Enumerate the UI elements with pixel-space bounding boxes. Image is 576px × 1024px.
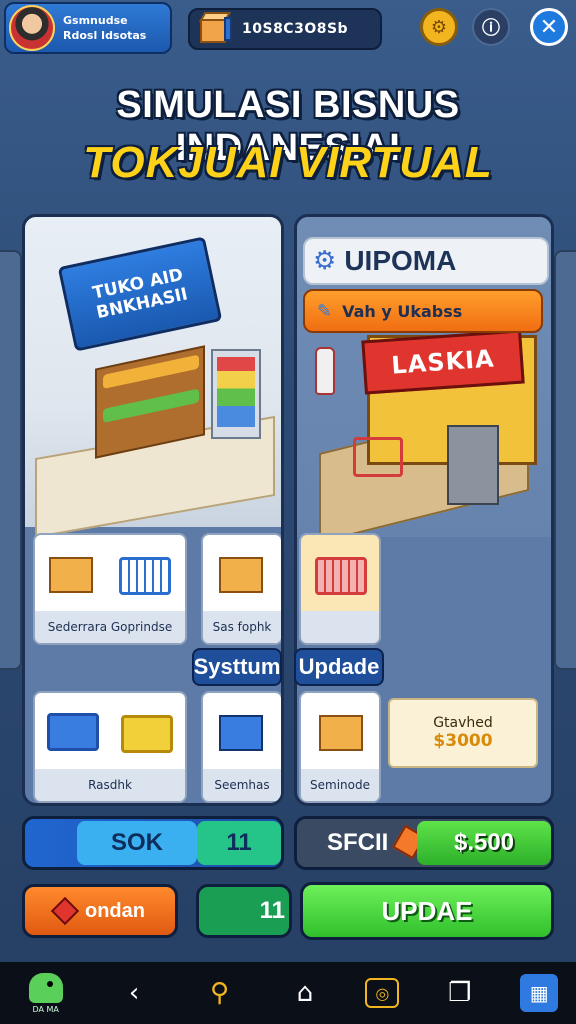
price-value: $3000 — [433, 731, 493, 751]
cash-register — [447, 425, 499, 505]
profile-subtitle: Rdosl Idsotas — [63, 29, 147, 42]
item-label: Seminode — [301, 769, 379, 801]
order-label: ondan — [85, 899, 145, 922]
cart-icon — [353, 437, 403, 477]
settings-gear-icon[interactable]: ⚙ — [420, 8, 458, 46]
bottle-icon — [315, 347, 335, 395]
store-panel-left: TUKO AID BNKHASII Sederrara Goprindse Sa… — [22, 214, 284, 806]
home-icon[interactable]: ⌂ — [280, 968, 330, 1018]
stock-value: 11 — [197, 821, 281, 865]
currency-counter: 10S8C3O8Sb — [188, 8, 382, 50]
item-card-seemhas[interactable]: Seemhas — [201, 691, 281, 803]
yellow-cart-icon — [121, 715, 173, 753]
top-bar: Gsmnudse Rdosl Idsotas 10S8C3O8Sb ⚙ ⓘ ✕ — [0, 0, 576, 58]
info-icon[interactable]: ⓘ — [472, 8, 510, 46]
upgrade-header: ⚙ UIPOMA — [303, 237, 549, 285]
store-front-sign: LASKIA — [361, 329, 525, 395]
crate-icon — [194, 9, 234, 49]
stock-bar[interactable]: SOK 11 — [22, 816, 284, 870]
pencil-icon: ✎ — [317, 300, 333, 322]
item-card-sas-fophk[interactable]: Sas fophk — [201, 533, 281, 645]
price-bar-label: SFCII — [327, 829, 389, 856]
item-card-cart[interactable] — [299, 533, 381, 645]
app-logo[interactable]: DA MA — [18, 968, 74, 1018]
upgrade-title: UIPOMA — [344, 245, 457, 276]
search-icon[interactable]: ⚲ — [195, 968, 245, 1018]
item-label — [301, 611, 379, 643]
store-scene-illustration: TUKO AID BNKHASII — [25, 217, 281, 539]
order-button[interactable]: ondan — [22, 884, 178, 938]
quantity-display: 11 — [196, 884, 292, 938]
back-icon[interactable]: ‹ — [109, 968, 159, 1018]
item-label: Rasdhk — [35, 769, 185, 801]
camera-icon[interactable]: ◎ — [365, 978, 400, 1008]
item-label: Seemhas — [203, 769, 281, 801]
gear-icon: ⚙ — [313, 246, 337, 276]
item-label: Sas fophk — [203, 611, 281, 643]
close-icon[interactable]: ✕ — [530, 8, 568, 46]
recent-apps-icon[interactable]: ❐ — [435, 968, 485, 1018]
currency-value: 10S8C3O8Sb — [242, 21, 349, 37]
tab-update[interactable]: Updade — [294, 648, 384, 686]
fridge — [211, 349, 261, 439]
price-card[interactable]: Gtavhed $3000 — [388, 698, 538, 768]
ruby-icon — [50, 896, 80, 926]
background-shelf-right — [554, 250, 576, 670]
tab-system[interactable]: Systtum — [192, 648, 282, 686]
red-cart-icon — [315, 557, 367, 595]
profile-text: Gsmnudse Rdosl Idsotas — [63, 13, 146, 43]
background-shelf-left — [0, 250, 22, 670]
item-card-seminode[interactable]: Seminode — [299, 691, 381, 803]
blue-bin-icon — [47, 713, 99, 751]
apps-grid-icon[interactable]: ▦ — [520, 974, 559, 1012]
avatar — [9, 5, 55, 51]
upgrade-action-label: Vah y Ukabss — [342, 301, 463, 321]
box-icon — [319, 715, 363, 751]
item-card-sederrara[interactable]: Sederrara Goprindse — [33, 533, 187, 645]
price-bar[interactable]: SFCII $.500 — [294, 816, 554, 870]
logo-text: DA MA — [32, 1004, 59, 1014]
item-card-rasdhk[interactable]: Rasdhk — [33, 691, 187, 803]
item-label: Sederrara Goprindse — [35, 611, 185, 643]
profile-name: Gsmnudse — [63, 14, 128, 27]
store-sign: TUKO AID BNKHASII — [57, 236, 223, 352]
blue-box-icon — [219, 715, 263, 751]
shopping-cart-icon — [119, 557, 171, 595]
dino-icon — [28, 972, 63, 1003]
system-navbar: DA MA ‹ ⚲ ⌂ ◎ ❐ ▦ — [0, 962, 576, 1024]
price-bar-value: $.500 — [417, 821, 551, 865]
game-subtitle: TOKJUAI VIRTUAL — [83, 138, 493, 187]
update-button[interactable]: UPDAE — [300, 882, 554, 940]
box-icon — [219, 557, 263, 593]
stock-label: SOK — [77, 821, 197, 865]
box-icon — [49, 557, 93, 593]
profile-badge[interactable]: Gsmnudse Rdosl Idsotas — [4, 2, 172, 54]
upgrade-action-button[interactable]: ✎ Vah y Ukabss — [303, 289, 543, 333]
price-label: Gtavhed — [433, 715, 493, 731]
